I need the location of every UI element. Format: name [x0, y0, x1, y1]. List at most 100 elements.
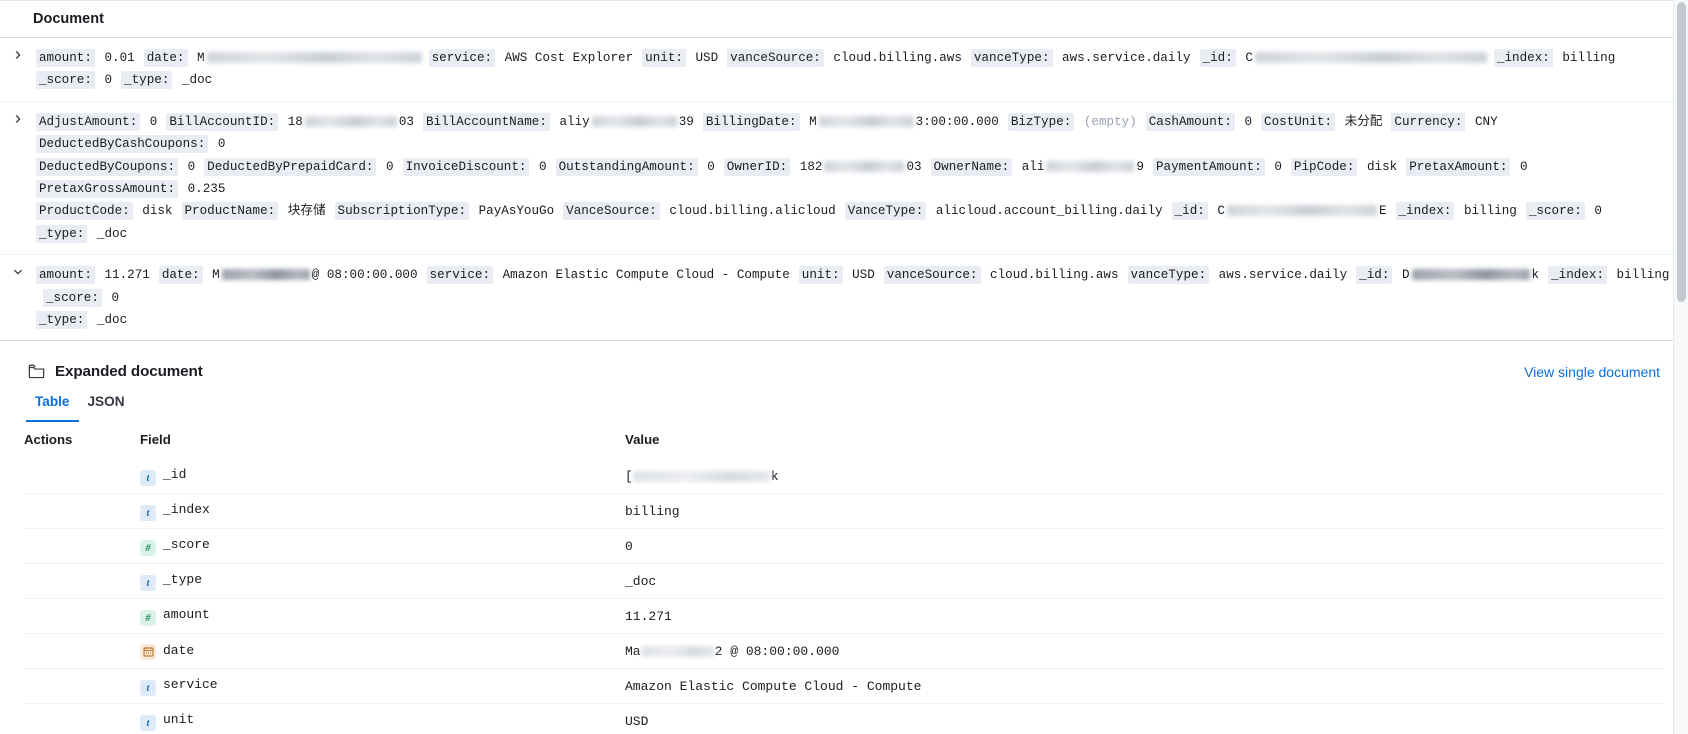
column-header-actions: Actions [24, 422, 140, 460]
field-value: 182 [792, 159, 823, 174]
field-pair: _type: _doc [36, 311, 129, 330]
field-value-cell: 11.271 [625, 598, 1664, 634]
document-summary: AdjustAmount: 0 BillAccountID: 18 03 BillAc… [36, 111, 1674, 245]
field-pair: AdjustAmount: 0 [36, 112, 159, 131]
field-pair: DeductedByCashCoupons: 0 [36, 135, 227, 154]
expand-row-chevron-right-icon[interactable] [0, 111, 36, 124]
field-pair: amount: 11.271 [36, 266, 152, 285]
field-value: billing [1554, 51, 1616, 65]
field-value: aliy [551, 114, 590, 129]
row-actions-cell[interactable] [24, 493, 140, 529]
row-actions-cell[interactable] [24, 668, 140, 704]
field-pair: DeductedByPrepaidCard: 0 [204, 157, 395, 176]
field-value-cell: [k [625, 459, 1664, 494]
view-single-document-link[interactable]: View single document [1524, 364, 1664, 380]
field-key: amount: [36, 266, 95, 285]
field-value-tail: 03 [906, 159, 922, 174]
field-key: vanceSource: [883, 266, 981, 285]
column-header-value: Value [625, 422, 1664, 460]
field-key: date: [158, 266, 203, 285]
folder-icon [28, 363, 45, 380]
field-value: aws.service.daily [1211, 268, 1348, 283]
field-value: M [801, 114, 817, 129]
field-value: C [1209, 204, 1225, 219]
field-pair: SubscriptionType: PayAsYouGo [334, 202, 557, 221]
field-value: USD [625, 713, 649, 729]
document-row: AdjustAmount: 0 BillAccountID: 18 03 BillAc… [0, 101, 1688, 256]
vertical-scrollbar[interactable] [1673, 0, 1688, 734]
field-pair: VanceType: alicloud.account_billing.dail… [844, 202, 1165, 221]
field-pair: PretaxAmount: 0 [1406, 157, 1529, 176]
field-value-tail: k [770, 468, 779, 484]
field-key: vanceSource: [727, 49, 824, 67]
field-pair: PaymentAmount: 0 [1152, 157, 1284, 176]
field-value: 0 [142, 114, 158, 129]
field-key: _score: [43, 288, 102, 307]
redacted-value [206, 52, 422, 63]
redacted-value [221, 269, 310, 281]
row-actions-cell[interactable] [24, 633, 140, 669]
field-pair: BillAccountID: 18 03 [166, 112, 416, 131]
tab-table[interactable]: Table [26, 394, 79, 423]
field-pair: vanceType: aws.service.daily [970, 49, 1193, 67]
table-row: t _index billing [24, 493, 1664, 529]
field-pair: _id: C E [1171, 202, 1389, 221]
field-value-tail: 9 [1136, 159, 1144, 174]
field-value-tail: E [1378, 204, 1387, 219]
row-actions-cell[interactable] [24, 563, 140, 599]
tab-json[interactable]: JSON [79, 394, 134, 422]
field-key: VanceType: [844, 202, 927, 221]
field-pair: BillAccountName: aliy 39 [423, 112, 696, 131]
field-name-cell: t _id [140, 459, 625, 494]
redacted-value [591, 115, 677, 127]
field-key: PretaxAmount: [1406, 157, 1511, 176]
field-key: date: [143, 49, 188, 67]
field-value: [ [625, 468, 633, 484]
field-value-cell: Amazon Elastic Compute Cloud - Compute [625, 668, 1664, 704]
field-name-cell: t _type [140, 563, 625, 599]
field-value: ali [1014, 159, 1045, 174]
date-field-type-icon [140, 643, 156, 660]
field-value-cell: billing [625, 493, 1664, 529]
field-value: Ma [625, 643, 641, 659]
scrollbar-thumb[interactable] [1677, 2, 1686, 302]
expanded-document-tabs: Table JSON [26, 394, 1664, 423]
row-actions-cell[interactable] [24, 459, 140, 494]
field-key: unit: [642, 49, 686, 67]
field-key: BillAccountID: [166, 112, 279, 131]
field-key: BizType: [1007, 112, 1075, 131]
expand-row-chevron-right-icon[interactable] [0, 47, 36, 60]
row-actions-cell[interactable] [24, 528, 140, 564]
field-name: _id [163, 466, 187, 482]
field-value: billing [1456, 204, 1517, 219]
document-column-header-label: Document [33, 10, 104, 27]
row-actions-cell[interactable] [24, 598, 140, 634]
field-key: OutstandingAmount: [555, 157, 698, 176]
collapse-row-chevron-down-icon[interactable] [0, 264, 36, 277]
field-key: ProductCode: [36, 202, 133, 221]
field-value: 0 [1586, 204, 1602, 219]
table-row: t _id[k [24, 459, 1664, 494]
field-value: 0 [180, 159, 196, 174]
document-row: amount: 0.01 date: Mservice: AWS Cost Exp… [0, 38, 1688, 102]
field-value: _doc [625, 573, 657, 589]
field-pair: DeductedByCoupons: 0 [36, 157, 197, 176]
field-name: _score [163, 536, 210, 552]
field-pair: VanceSource: cloud.billing.alicloud [563, 202, 838, 221]
column-header-field: Field [140, 422, 625, 460]
field-table-body: t _id[k t _index billing # _score 0 t _type _doc # a… [24, 459, 1664, 734]
field-key: vanceType: [1127, 266, 1210, 285]
redacted-value [818, 115, 914, 127]
field-key: ProductName: [181, 202, 279, 221]
field-pair: OwnerName: ali 9 [930, 157, 1146, 176]
text-field-type-icon: t [140, 505, 156, 522]
table-row: t _type _doc [24, 563, 1664, 599]
field-value: 0 [1236, 114, 1253, 129]
field-key: _index: [1395, 202, 1455, 221]
field-key: VanceSource: [563, 202, 660, 221]
table-row: t service Amazon Elastic Compute Cloud - C… [24, 668, 1664, 704]
field-key: DeductedByPrepaidCard: [204, 157, 377, 176]
field-value-tail: 39 [678, 114, 694, 129]
document-rows-container: amount: 0.01 date: Mservice: AWS Cost Exp… [0, 38, 1688, 342]
row-actions-cell[interactable] [24, 703, 140, 734]
